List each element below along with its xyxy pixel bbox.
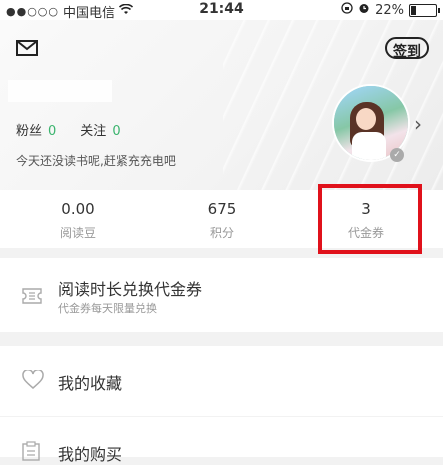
fans-label: 粉丝 bbox=[16, 124, 43, 139]
follow-label: 关注 bbox=[80, 124, 107, 139]
exchange-voucher-subtitle: 代金券每天限量兑换 bbox=[58, 302, 157, 315]
exchange-voucher-title: 阅读时长兑换代金券 bbox=[58, 280, 203, 299]
reading-slogan: 今天还没读书呢,赶紧充充电吧 bbox=[16, 154, 176, 168]
points-label: 积分 bbox=[209, 226, 234, 240]
menu-item-purchases[interactable]: 我的购买 bbox=[0, 417, 443, 464]
menu-item-favorites[interactable]: 我的收藏 bbox=[0, 346, 443, 416]
follow-stat[interactable]: 关注 0 bbox=[80, 120, 120, 139]
avatar-dress bbox=[352, 132, 386, 160]
metric-reading-beans[interactable]: 0.00 阅读豆 bbox=[18, 200, 138, 241]
menu-item-exchange-voucher[interactable]: 阅读时长兑换代金券 代金券每天限量兑换 bbox=[0, 258, 443, 332]
battery-percent: 22% bbox=[375, 2, 404, 18]
chevron-right-icon[interactable]: › bbox=[414, 112, 422, 136]
purchases-label: 我的购买 bbox=[58, 445, 123, 464]
highlight-box bbox=[318, 184, 422, 254]
favorites-label: 我的收藏 bbox=[58, 374, 123, 393]
points-value: 675 bbox=[207, 200, 237, 218]
avatar-face bbox=[356, 108, 376, 130]
battery-fill bbox=[411, 5, 416, 15]
reading-beans-value: 0.00 bbox=[61, 200, 95, 218]
fans-count: 0 bbox=[48, 124, 57, 139]
metric-points[interactable]: 675 积分 bbox=[162, 200, 282, 241]
rotation-lock-icon bbox=[341, 2, 353, 18]
alarm-icon bbox=[358, 2, 370, 18]
username bbox=[8, 80, 112, 102]
ticket-icon bbox=[22, 288, 42, 308]
battery-icon bbox=[409, 3, 440, 17]
reading-beans-label: 阅读豆 bbox=[59, 226, 96, 240]
signin-button[interactable]: 签到 bbox=[385, 37, 429, 59]
social-stats: 粉丝 0 关注 0 bbox=[16, 120, 121, 139]
status-bar: ●●○○○ 中国电信 21:44 22% bbox=[0, 0, 443, 21]
verified-badge-icon: ✓ bbox=[390, 148, 404, 162]
fans-stat[interactable]: 粉丝 0 bbox=[16, 120, 56, 139]
mail-icon[interactable] bbox=[16, 40, 38, 56]
heart-icon bbox=[22, 368, 44, 394]
profile-header: 签到 粉丝 0 关注 0 今天还没读书呢,赶紧充充电吧 ✓ › bbox=[0, 20, 443, 190]
clipboard-icon bbox=[22, 441, 40, 465]
follow-count: 0 bbox=[112, 124, 121, 139]
